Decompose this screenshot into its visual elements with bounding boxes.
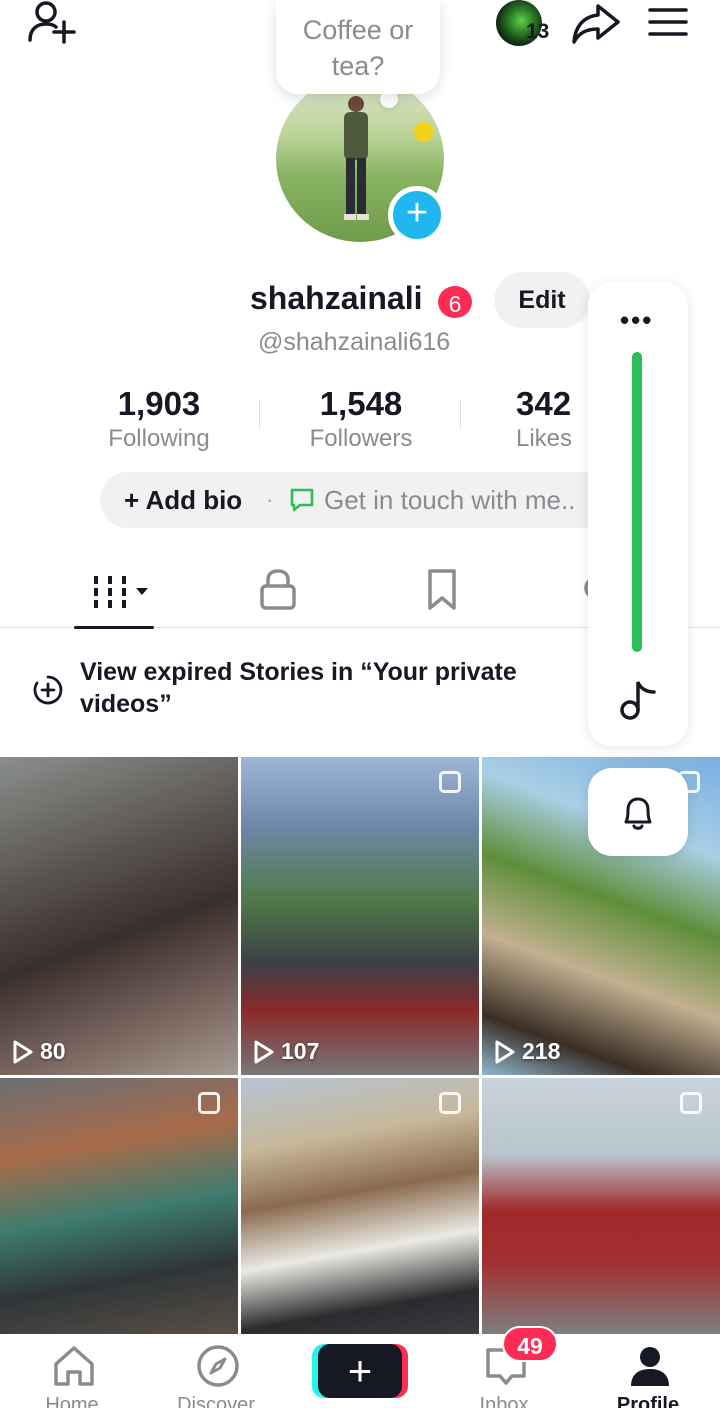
tab-private[interactable] [258, 556, 298, 628]
tab-videos[interactable] [74, 556, 154, 629]
bookmark-icon [428, 569, 456, 610]
multi-photo-icon [680, 1092, 702, 1114]
chat-bubble-icon [290, 488, 314, 512]
nav-discover-label: Discover [177, 1394, 255, 1408]
progress-bar [632, 352, 642, 652]
bio-pill: + Add bio · Get in touch with me.. [100, 472, 620, 528]
video-thumbnail[interactable]: 107 [241, 757, 479, 1075]
create-plus-icon: + [347, 1347, 373, 1394]
view-count-value: 107 [281, 1038, 320, 1064]
bio-separator: · [266, 487, 274, 512]
following-label: Following [108, 425, 210, 452]
view-count-value: 80 [40, 1038, 66, 1064]
share-icon [572, 4, 620, 44]
lock-icon [260, 569, 296, 610]
expired-stories-text: View expired Stories in “Your private vi… [80, 658, 517, 718]
username: shahzainali [250, 280, 423, 316]
story-plus-icon [33, 675, 63, 705]
multi-photo-icon [439, 771, 461, 793]
inbox-badge: 49 [502, 1326, 558, 1362]
view-count: 218 [494, 1038, 560, 1065]
hamburger-icon [648, 8, 688, 36]
video-thumbnail[interactable]: 80 [0, 757, 238, 1075]
music-note-icon[interactable] [618, 678, 658, 722]
tab-saved[interactable] [424, 556, 460, 628]
compass-icon [197, 1345, 239, 1387]
floating-side-panel: ••• [588, 282, 688, 746]
home-icon [54, 1346, 94, 1386]
followers-label: Followers [309, 425, 413, 452]
stories-count: 13 [526, 20, 550, 43]
profile-icon [631, 1347, 669, 1386]
nav-home-label: Home [45, 1394, 99, 1408]
nav-inbox[interactable]: 49 Inbox [444, 1326, 564, 1408]
bottom-navigation: Home Discover + 49 Inbox Profile [0, 1326, 720, 1408]
add-story-button[interactable]: + [388, 186, 446, 244]
following-stat[interactable]: 1,903 Following [96, 384, 222, 454]
friends-stories-button[interactable]: 13 [494, 0, 554, 46]
nav-profile[interactable]: Profile [588, 1334, 708, 1408]
add-bio-button[interactable]: + Add bio [124, 472, 242, 528]
multi-photo-icon [439, 1092, 461, 1114]
play-icon [495, 1040, 515, 1063]
nav-home[interactable]: Home [12, 1334, 132, 1408]
user-handle: @shahzainali616 [258, 328, 451, 356]
nav-profile-label: Profile [616, 1394, 680, 1408]
video-thumbnail[interactable] [482, 1078, 720, 1334]
grid-icon [94, 576, 148, 608]
followers-stat[interactable]: 1,548 Followers [296, 384, 426, 454]
multi-photo-icon [198, 1092, 220, 1114]
create-button[interactable]: + [318, 1344, 402, 1398]
note-bubble[interactable]: Coffee or tea? [276, 0, 440, 94]
note-text-line1: Coffee or [302, 15, 414, 45]
stat-divider [259, 400, 260, 430]
share-button[interactable] [570, 0, 622, 46]
following-count: 1,903 [117, 385, 201, 422]
view-count-value: 218 [522, 1038, 561, 1064]
video-thumbnail[interactable] [0, 1078, 238, 1334]
edit-profile-button[interactable]: Edit [494, 272, 590, 328]
more-options-button[interactable]: ••• [620, 307, 653, 333]
menu-button[interactable] [644, 0, 692, 46]
note-text-line2: tea? [331, 51, 385, 81]
profile-photo-figure [344, 96, 369, 220]
view-count: 107 [253, 1038, 319, 1065]
stat-divider [460, 400, 461, 430]
video-thumbnail[interactable] [241, 1078, 479, 1334]
add-friend-button[interactable] [26, 0, 78, 46]
view-count: 80 [12, 1038, 66, 1065]
active-tab-indicator [74, 626, 154, 629]
get-in-touch-button[interactable]: Get in touch with me.. [324, 472, 590, 528]
ball [414, 122, 434, 142]
bell-icon [624, 797, 652, 830]
nav-discover[interactable]: Discover [156, 1334, 276, 1408]
nav-inbox-label: Inbox [479, 1394, 529, 1408]
notifications-button[interactable] [588, 768, 688, 856]
add-person-icon [28, 1, 76, 44]
username-notification-badge[interactable]: 6 [436, 284, 474, 320]
play-icon [13, 1040, 33, 1063]
expired-stories-banner[interactable]: View expired Stories in “Your private vi… [30, 656, 590, 726]
followers-count: 1,548 [319, 385, 403, 422]
play-icon [254, 1040, 274, 1063]
